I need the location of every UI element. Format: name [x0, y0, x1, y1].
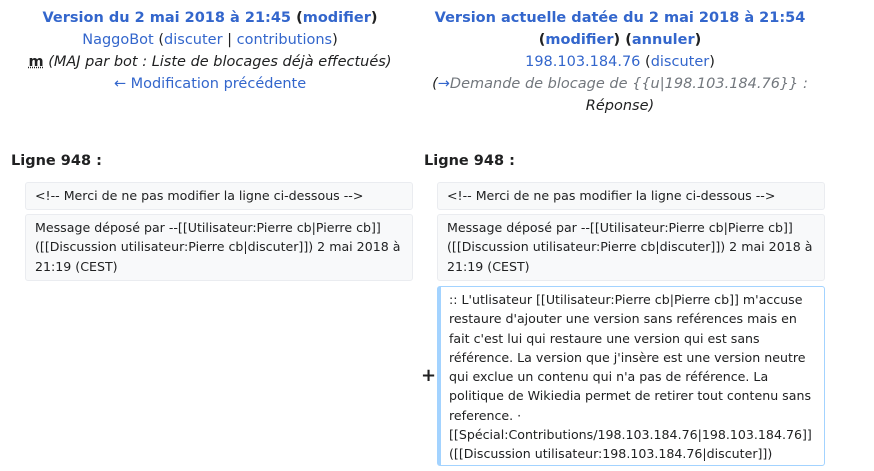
user-links-separator: | — [227, 32, 233, 48]
old-edit-link[interactable]: modifier — [303, 10, 371, 26]
old-edit-summary: (MAJ par bot : Liste de blocages déjà ef… — [48, 54, 392, 70]
ip-talk-link[interactable]: discuter — [651, 54, 710, 70]
left-line-number: Ligne 948 : — [11, 153, 102, 169]
right-context-line-2: Message déposé par --[[Utilisateur:Pierr… — [437, 214, 825, 281]
current-version-link[interactable]: Version actuelle datée du 2 mai 2018 à 2… — [435, 10, 806, 26]
old-talk-link[interactable]: discuter — [164, 32, 223, 48]
new-revision-header: Version actuelle datée du 2 mai 2018 à 2… — [432, 10, 808, 114]
old-version-link[interactable]: Version du 2 mai 2018 à 21:45 — [42, 10, 291, 26]
right-context-line-1: <!-- Merci de ne pas modifier la ligne c… — [437, 182, 825, 210]
old-contribs-link[interactable]: contributions — [237, 32, 332, 48]
right-line-number: Ligne 948 : — [424, 153, 515, 169]
left-context-line-2: Message déposé par --[[Utilisateur:Pierr… — [25, 214, 413, 281]
old-revision-header: Version du 2 mai 2018 à 21:45 (modifier)… — [28, 10, 392, 92]
summary-section-name: Demande de blocage de {{u|198.103.184.76… — [449, 76, 808, 92]
added-line: :: L'utlisateur [[Utilisateur:Pierre cb|… — [437, 286, 825, 466]
minor-edit-flag: m — [28, 54, 44, 70]
undo-link[interactable]: annuler — [632, 32, 695, 48]
new-edit-summary: Réponse — [585, 98, 649, 114]
new-edit-link[interactable]: modifier — [545, 32, 613, 48]
section-arrow-link[interactable]: → — [438, 76, 450, 92]
added-line-marker: + — [421, 365, 437, 386]
previous-edit-link[interactable]: ← Modification précédente — [114, 76, 306, 92]
left-context-line-1: <!-- Merci de ne pas modifier la ligne c… — [25, 182, 413, 210]
old-user-link[interactable]: NaggoBot — [82, 32, 154, 48]
ip-user-link[interactable]: 198.103.184.76 — [525, 54, 640, 70]
